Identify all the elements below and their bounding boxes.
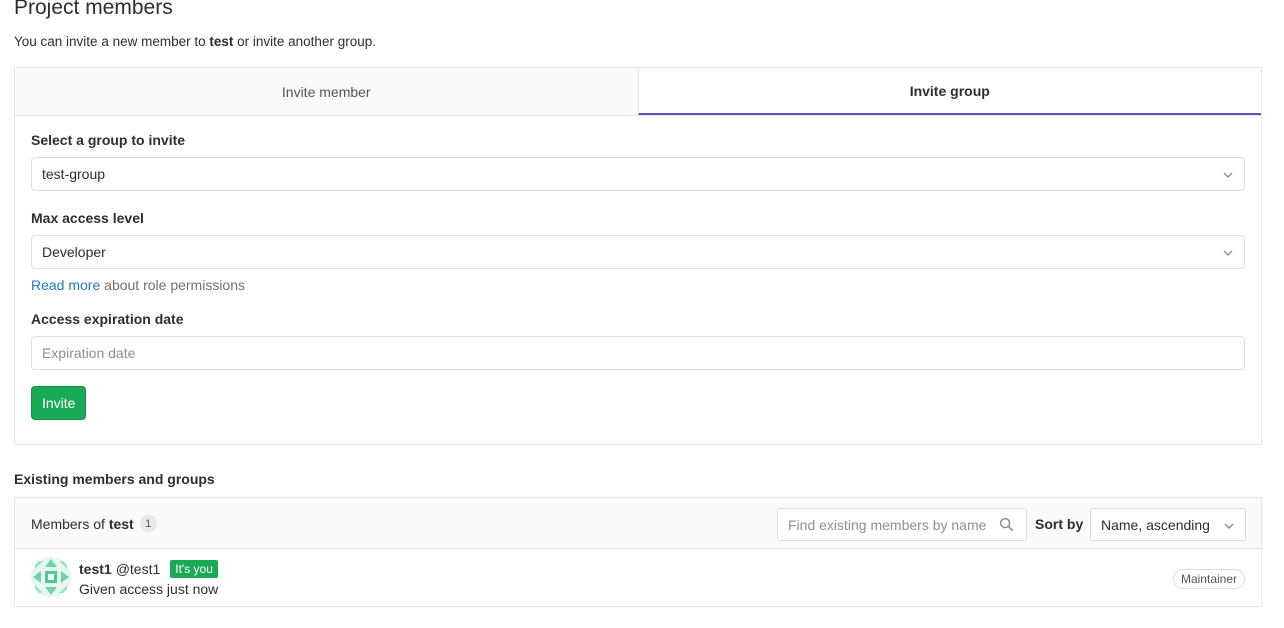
group-select-label: Select a group to invite xyxy=(31,132,186,148)
read-more-link[interactable]: Read more xyxy=(31,277,100,293)
search-icon[interactable] xyxy=(999,517,1014,532)
group-select[interactable]: test-group xyxy=(31,157,1245,191)
avatar[interactable] xyxy=(31,557,71,597)
members-card: Members of test 1 Sort by Name, ascendin… xyxy=(14,497,1262,607)
member-search xyxy=(777,508,1027,541)
member-username: @test1 xyxy=(115,561,161,577)
access-level-value: Developer xyxy=(42,244,106,260)
intro-suffix: or invite another group. xyxy=(233,34,376,49)
members-of-prefix: Members of xyxy=(31,515,109,532)
member-display-name[interactable]: test1 xyxy=(79,561,112,577)
chevron-down-icon xyxy=(1224,523,1234,529)
group-select-value: test-group xyxy=(42,166,106,182)
invite-card: Invite member Invite group Select a grou… xyxy=(14,67,1262,445)
member-search-input[interactable] xyxy=(778,509,988,540)
existing-members-title: Existing members and groups xyxy=(14,471,215,487)
invite-button[interactable]: Invite xyxy=(31,386,87,420)
access-level-label: Max access level xyxy=(31,210,144,226)
chevron-down-icon xyxy=(1223,250,1233,256)
members-of-project: test xyxy=(108,515,134,532)
member-access-text: Given access just now xyxy=(79,581,219,597)
member-row: test1 @test1 It's you Given access just … xyxy=(15,549,1261,607)
expiration-date-input[interactable] xyxy=(31,336,1245,370)
member-count-badge: 1 xyxy=(139,515,157,532)
access-level-select[interactable]: Developer xyxy=(31,235,1245,269)
help-text: about role permissions xyxy=(100,277,246,293)
intro-prefix: You can invite a new member to xyxy=(14,34,210,49)
sort-select-value: Name, ascending xyxy=(1101,516,1210,533)
invite-group-form: Select a group to invite test-group Max … xyxy=(15,116,1261,420)
page-intro: You can invite a new member to test or i… xyxy=(14,34,376,49)
expiration-date-label: Access expiration date xyxy=(31,311,184,327)
sort-by-label: Sort by xyxy=(1035,516,1084,532)
role-permissions-help: Read more about role permissions xyxy=(31,277,1245,293)
chevron-down-icon xyxy=(1223,172,1233,178)
members-of-label: Members of test 1 xyxy=(31,515,157,532)
tab-invite-group[interactable]: Invite group xyxy=(637,68,1261,115)
intro-project-name: test xyxy=(209,34,234,49)
sort-select[interactable]: Name, ascending xyxy=(1090,508,1246,541)
tab-invite-member[interactable]: Invite member xyxy=(15,68,638,115)
invite-tabs: Invite member Invite group xyxy=(15,68,1261,116)
member-role-badge: Maintainer xyxy=(1172,569,1245,589)
page-title: Project members xyxy=(14,0,173,19)
members-header: Members of test 1 Sort by Name, ascendin… xyxy=(15,498,1261,549)
its-you-badge: It's you xyxy=(170,560,218,578)
member-name: test1 @test1 It's you xyxy=(79,560,218,578)
